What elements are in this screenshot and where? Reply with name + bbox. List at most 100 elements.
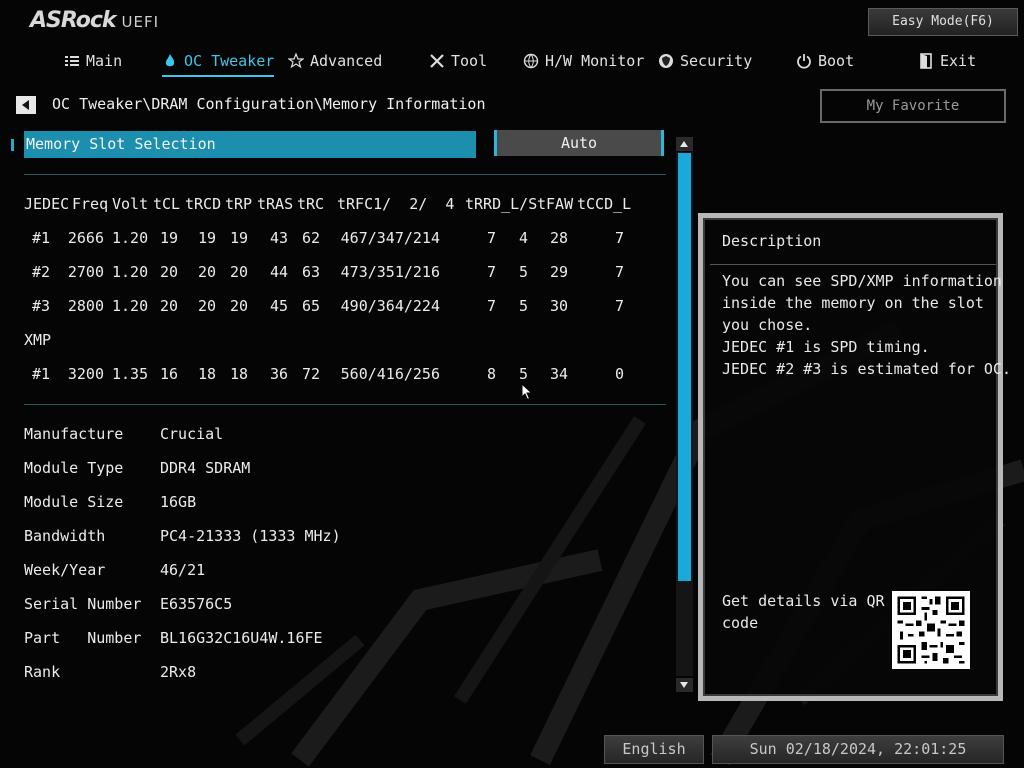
mouse-cursor-icon xyxy=(521,383,533,401)
cell-trcd: 20 xyxy=(197,297,216,315)
logo-text: ASRock xyxy=(30,8,117,33)
info-label: Manufacture xyxy=(24,425,124,443)
cell-tfaw: 28 xyxy=(549,229,568,247)
exit-icon xyxy=(920,53,932,69)
cell-id: #1 xyxy=(32,365,51,383)
logo-subtext: UEFI xyxy=(121,13,160,31)
col-header: tCCD_L xyxy=(577,195,632,213)
col-header: tRC xyxy=(297,195,325,213)
tab-main[interactable]: Main xyxy=(64,48,122,74)
divider xyxy=(24,404,666,405)
cell-tcl: 20 xyxy=(160,297,179,315)
globe-icon xyxy=(523,53,539,69)
tab-hw-monitor[interactable]: H/W Monitor xyxy=(523,48,644,74)
cell-trfc: 467/347/214 xyxy=(340,229,440,247)
cell-tcl: 19 xyxy=(160,229,179,247)
col-header: Freq xyxy=(72,195,109,213)
cell-id: #3 xyxy=(32,297,51,315)
language-button[interactable]: English xyxy=(604,735,704,764)
info-label: Serial Number xyxy=(24,595,142,613)
cell-id: #2 xyxy=(32,263,51,281)
cell-trc: 65 xyxy=(301,297,320,315)
cell-freq: 2666 xyxy=(67,229,104,247)
xmp-label: XMP xyxy=(24,331,52,349)
cell-trfc: 473/351/216 xyxy=(340,263,440,281)
divider xyxy=(24,174,666,175)
memory-slot-selection-value[interactable]: Auto xyxy=(494,130,664,156)
info-label: Week/Year xyxy=(24,561,106,579)
cell-trc: 63 xyxy=(301,263,320,281)
cell-trp: 20 xyxy=(229,263,248,281)
cell-trrd-l: 7 xyxy=(486,229,496,247)
cell-trcd: 18 xyxy=(197,365,216,383)
tab-label: Security xyxy=(680,52,753,70)
tab-security[interactable]: Security xyxy=(658,48,752,74)
tab-label: Tool xyxy=(451,52,488,70)
cell-freq: 2800 xyxy=(67,297,104,315)
cell-id: #1 xyxy=(32,229,51,247)
info-value: BL16G32C16U4W.16FE xyxy=(160,629,323,647)
description-line: JEDEC #1 is SPD timing. xyxy=(722,338,930,356)
info-label: Bandwidth xyxy=(24,527,106,545)
info-label: Part Number xyxy=(24,629,142,647)
qr-caption: Get details via QR xyxy=(722,592,885,610)
cell-tras: 44 xyxy=(269,263,288,281)
cell-trp: 20 xyxy=(229,297,248,315)
tab-label: Main xyxy=(86,52,123,70)
back-button[interactable] xyxy=(16,96,36,114)
scrollbar-thumb[interactable] xyxy=(678,153,691,581)
cell-freq: 3200 xyxy=(67,365,104,383)
info-label: Rank xyxy=(24,663,61,681)
my-favorite-button[interactable]: My Favorite xyxy=(820,89,1006,123)
qr-caption: code xyxy=(722,614,759,632)
info-value: 2Rx8 xyxy=(160,663,197,681)
cell-trp: 18 xyxy=(229,365,248,383)
description-line: You can see SPD/XMP information xyxy=(722,272,1002,290)
info-value: Crucial xyxy=(160,425,224,443)
cell-trrd-s: 5 xyxy=(518,263,528,281)
scroll-up-button[interactable] xyxy=(676,137,693,151)
description-divider xyxy=(710,264,996,265)
cell-volt: 1.35 xyxy=(112,365,149,383)
shield-icon xyxy=(659,54,673,68)
cell-trcd: 19 xyxy=(197,229,216,247)
col-header: tRP xyxy=(225,195,253,213)
cell-trfc: 490/364/224 xyxy=(340,297,440,315)
tab-label: H/W Monitor xyxy=(545,52,645,70)
info-label: Module Size xyxy=(24,493,124,511)
tab-advanced[interactable]: Advanced xyxy=(288,48,382,74)
scroll-down-button[interactable] xyxy=(676,678,693,692)
tab-exit[interactable]: Exit xyxy=(918,48,976,74)
cell-tccd-l: 7 xyxy=(614,263,624,281)
cell-tfaw: 30 xyxy=(549,297,568,315)
tab-label: Exit xyxy=(940,52,977,70)
tab-tool[interactable]: Tool xyxy=(429,48,487,74)
datetime-display: Sun 02/18/2024, 22:01:25 xyxy=(712,735,1004,764)
cell-trc: 62 xyxy=(301,229,320,247)
breadcrumb: OC Tweaker\DRAM Configuration\Memory Inf… xyxy=(52,95,486,113)
tab-boot[interactable]: Boot xyxy=(796,48,854,74)
info-value: PC4-21333 (1333 MHz) xyxy=(160,527,341,545)
cell-trrd-l: 7 xyxy=(486,297,496,315)
description-line: you chose. xyxy=(722,316,813,334)
description-line: JEDEC #2 #3 is estimated for OC. xyxy=(722,360,1011,378)
col-header: tCL xyxy=(153,195,181,213)
tab-label: Advanced xyxy=(310,52,383,70)
cell-volt: 1.20 xyxy=(112,263,149,281)
memory-slot-selection-row[interactable]: Memory Slot Selection xyxy=(24,131,476,158)
cell-tcl: 16 xyxy=(160,365,179,383)
info-value: 16GB xyxy=(160,493,197,511)
easy-mode-button[interactable]: Easy Mode(F6) xyxy=(868,8,1018,36)
cell-tcl: 20 xyxy=(160,263,179,281)
star-icon xyxy=(288,53,304,69)
cell-volt: 1.20 xyxy=(112,229,149,247)
list-icon xyxy=(65,56,79,66)
tab-oc-tweaker[interactable]: OC Tweaker xyxy=(162,48,275,77)
cell-trrd-l: 8 xyxy=(486,365,496,383)
col-header: tFAW xyxy=(537,195,574,213)
cell-tras: 43 xyxy=(269,229,288,247)
cell-tccd-l: 0 xyxy=(614,365,624,383)
tab-label: OC Tweaker xyxy=(184,52,275,70)
asrock-logo: ASRock UEFI xyxy=(30,8,159,33)
col-header: tRFC1/ 2/ 4 xyxy=(337,195,455,213)
